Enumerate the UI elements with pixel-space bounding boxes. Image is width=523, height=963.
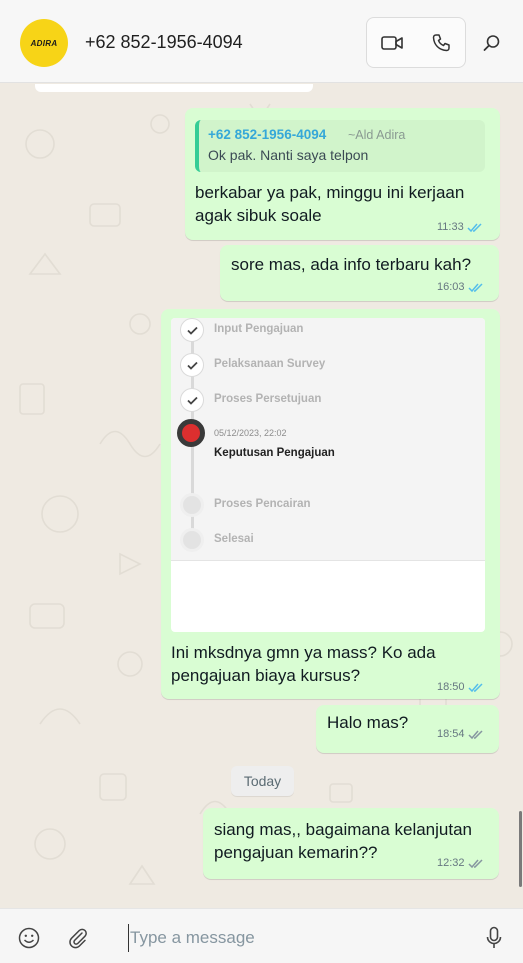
step-active-circle xyxy=(177,419,205,447)
step-check-circle xyxy=(180,388,204,412)
step-label-active: Keputusan Pengajuan xyxy=(214,447,335,459)
day-separator: Today xyxy=(231,766,294,796)
message-time: 18:50 xyxy=(437,681,465,693)
message-time: 16:03 xyxy=(437,281,465,293)
contact-name[interactable]: +62 852-1956-4094 xyxy=(85,32,243,53)
step-label: Proses Pencairan xyxy=(214,498,311,510)
read-ticks-icon xyxy=(468,282,483,292)
phone-icon xyxy=(432,33,450,51)
compose-bar xyxy=(0,908,523,963)
message-line: agak sibuk soale xyxy=(195,206,322,225)
step-label: Pelaksanaan Survey xyxy=(214,358,326,370)
quoted-text: Ok pak. Nanti saya telpon xyxy=(208,147,369,163)
step-date: 05/12/2023, 22:02 xyxy=(214,428,287,438)
delivered-ticks-icon xyxy=(468,729,483,739)
chat-scrollbar[interactable] xyxy=(519,811,522,887)
microphone-icon xyxy=(486,926,502,948)
emoji-button[interactable] xyxy=(16,925,42,951)
step-label: Proses Persetujuan xyxy=(214,393,322,405)
step-pending-circle xyxy=(180,493,204,517)
message-line: pengajuan biaya kursus? xyxy=(171,666,361,685)
message-meta: 12:32 xyxy=(437,857,484,869)
attach-button[interactable] xyxy=(65,925,91,951)
quoted-message[interactable]: +62 852-1956-4094 ~Ald Adira Ok pak. Nan… xyxy=(195,120,485,172)
search-button[interactable] xyxy=(478,27,506,59)
message-text: Ini mksdnya gmn ya mass? Ko ada pengajua… xyxy=(171,641,436,687)
step-pending-circle xyxy=(180,528,204,552)
voice-call-button[interactable] xyxy=(416,18,465,67)
emoji-icon xyxy=(18,927,40,949)
message-meta: 16:03 xyxy=(437,281,484,293)
quoted-alias: ~Ald Adira xyxy=(348,128,406,142)
read-ticks-icon xyxy=(468,682,483,692)
paperclip-icon xyxy=(69,928,87,949)
application-status-tracker: Input Pengajuan Pelaksanaan Survey Prose… xyxy=(171,318,485,561)
checkmark-icon xyxy=(186,326,198,335)
checkmark-icon xyxy=(186,396,198,405)
message-line: siang mas,, bagaimana kelanjutan xyxy=(214,820,472,839)
message-text: sore mas, ada info terbaru kah? xyxy=(231,255,472,274)
avatar-logo-text: ADIRA xyxy=(30,38,58,48)
step-label: Selesai xyxy=(214,533,254,545)
step-check-circle xyxy=(180,353,204,377)
message-time: 12:32 xyxy=(437,857,465,869)
step-check-circle xyxy=(180,318,204,342)
chat-header: ADIRA +62 852-1956-4094 xyxy=(0,0,523,83)
message-text: berkabar ya pak, minggu ini kerjaan agak… xyxy=(195,181,464,227)
checkmark-icon xyxy=(186,361,198,370)
message-meta: 18:54 xyxy=(437,728,484,740)
video-camera-icon xyxy=(380,35,403,50)
message-line: pengajuan kemarin?? xyxy=(214,843,378,862)
message-text: Halo mas? xyxy=(327,713,409,732)
message-time: 18:54 xyxy=(437,728,465,740)
attached-screenshot-image[interactable]: Input Pengajuan Pelaksanaan Survey Prose… xyxy=(171,318,485,632)
call-button-group xyxy=(366,17,466,68)
message-meta: 18:50 xyxy=(437,681,484,693)
message-line: Ini mksdnya gmn ya mass? Ko ada xyxy=(171,643,436,662)
voice-message-button[interactable] xyxy=(481,925,507,951)
message-meta: 11:33 xyxy=(437,221,483,233)
read-ticks-icon xyxy=(467,222,482,232)
step-label: Input Pengajuan xyxy=(214,323,304,335)
delivered-ticks-icon xyxy=(468,858,483,868)
search-icon xyxy=(483,35,500,51)
video-call-button[interactable] xyxy=(367,18,416,67)
previous-message-stub xyxy=(35,84,313,92)
message-text: siang mas,, bagaimana kelanjutan pengaju… xyxy=(214,818,472,864)
message-line: berkabar ya pak, minggu ini kerjaan xyxy=(195,183,465,202)
message-input[interactable] xyxy=(128,924,458,952)
message-time: 11:33 xyxy=(437,221,464,233)
quoted-sender: +62 852-1956-4094 xyxy=(208,127,327,142)
avatar[interactable]: ADIRA xyxy=(20,19,68,67)
